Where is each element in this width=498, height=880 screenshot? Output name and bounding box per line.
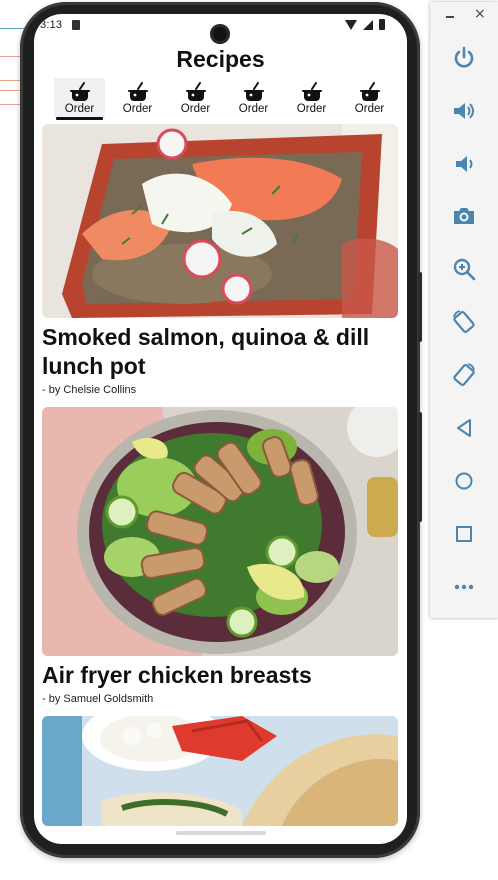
wifi-icon: [345, 19, 357, 30]
tab-order-1[interactable]: Order: [54, 78, 105, 120]
recipe-author: - by Samuel Goldsmith: [42, 693, 154, 705]
device-side-button: [418, 412, 422, 522]
tab-label: Order: [354, 103, 385, 115]
volume-down-button[interactable]: [450, 150, 478, 178]
signal-icon: [363, 19, 373, 30]
power-icon: [454, 46, 474, 68]
close-icon[interactable]: ×: [474, 6, 486, 22]
cooking-pot-icon: [301, 82, 322, 101]
tab-label: Order: [238, 103, 269, 115]
cooking-pot-icon: [185, 82, 206, 101]
chicken-salad-photo: [42, 407, 398, 656]
minimize-icon[interactable]: [446, 16, 454, 18]
recipe-image: [42, 716, 398, 826]
cooking-pot-icon: [69, 82, 90, 101]
sim-icon: [72, 20, 80, 30]
volume-up-icon: [454, 103, 474, 119]
recipe-image: [42, 407, 398, 656]
back-button[interactable]: [450, 414, 478, 442]
phone-screen: 3:13 Recipes Order Order Order Order Ord…: [34, 14, 407, 844]
tab-order-6[interactable]: Order: [344, 78, 395, 118]
volume-up-button[interactable]: [450, 97, 478, 125]
tab-order-4[interactable]: Order: [228, 78, 279, 118]
rotate-left-button[interactable]: [450, 308, 478, 336]
rotate-right-icon: [453, 363, 475, 387]
home-icon: [455, 472, 473, 490]
power-button[interactable]: [450, 44, 478, 72]
recipe-card[interactable]: Air fryer chicken breasts - by Samuel Go…: [42, 407, 398, 705]
tab-order-5[interactable]: Order: [286, 78, 337, 118]
tab-label: Order: [122, 103, 153, 115]
back-icon: [457, 419, 471, 437]
screenshot-button[interactable]: [450, 202, 478, 230]
zoom-icon: [453, 258, 476, 281]
battery-icon: [379, 19, 385, 30]
more-button[interactable]: [450, 573, 478, 601]
status-icons: [345, 19, 385, 30]
tab-bar: Order Order Order Order Order Order: [54, 78, 407, 120]
sandwich-photo: [42, 716, 398, 826]
tab-label: Order: [64, 103, 95, 115]
more-icon: [454, 584, 474, 590]
recipe-title: Air fryer chicken breasts: [42, 662, 312, 688]
home-button[interactable]: [450, 467, 478, 495]
gesture-nav-bar[interactable]: [176, 831, 266, 835]
tab-label: Order: [296, 103, 327, 115]
tab-order-3[interactable]: Order: [170, 78, 221, 118]
emulator-toolbar: ×: [430, 2, 498, 618]
overview-icon: [456, 526, 472, 542]
rotate-right-button[interactable]: [450, 361, 478, 389]
tab-order-2[interactable]: Order: [112, 78, 163, 118]
front-camera: [210, 24, 230, 44]
device-side-button: [418, 272, 422, 342]
salmon-quinoa-photo: [42, 124, 398, 318]
tab-label: Order: [180, 103, 211, 115]
overview-button[interactable]: [450, 520, 478, 548]
page-title: Recipes: [176, 46, 265, 72]
cooking-pot-icon: [127, 82, 148, 101]
status-time: 3:13: [40, 19, 63, 31]
recipe-feed[interactable]: Smoked salmon, quinoa & dill lunch pot -…: [42, 124, 398, 826]
recipe-title: Smoked salmon, quinoa & dill lunch pot: [42, 324, 370, 379]
cooking-pot-icon: [359, 82, 380, 101]
zoom-button[interactable]: [450, 255, 478, 283]
cooking-pot-icon: [243, 82, 264, 101]
recipe-card[interactable]: Smoked salmon, quinoa & dill lunch pot -…: [42, 124, 398, 396]
recipe-card[interactable]: [42, 716, 398, 826]
camera-icon: [454, 208, 474, 224]
volume-down-icon: [456, 156, 473, 172]
recipe-author: - by Chelsie Collins: [42, 384, 137, 396]
recipe-image: [42, 124, 398, 318]
rotate-left-icon: [453, 310, 475, 334]
